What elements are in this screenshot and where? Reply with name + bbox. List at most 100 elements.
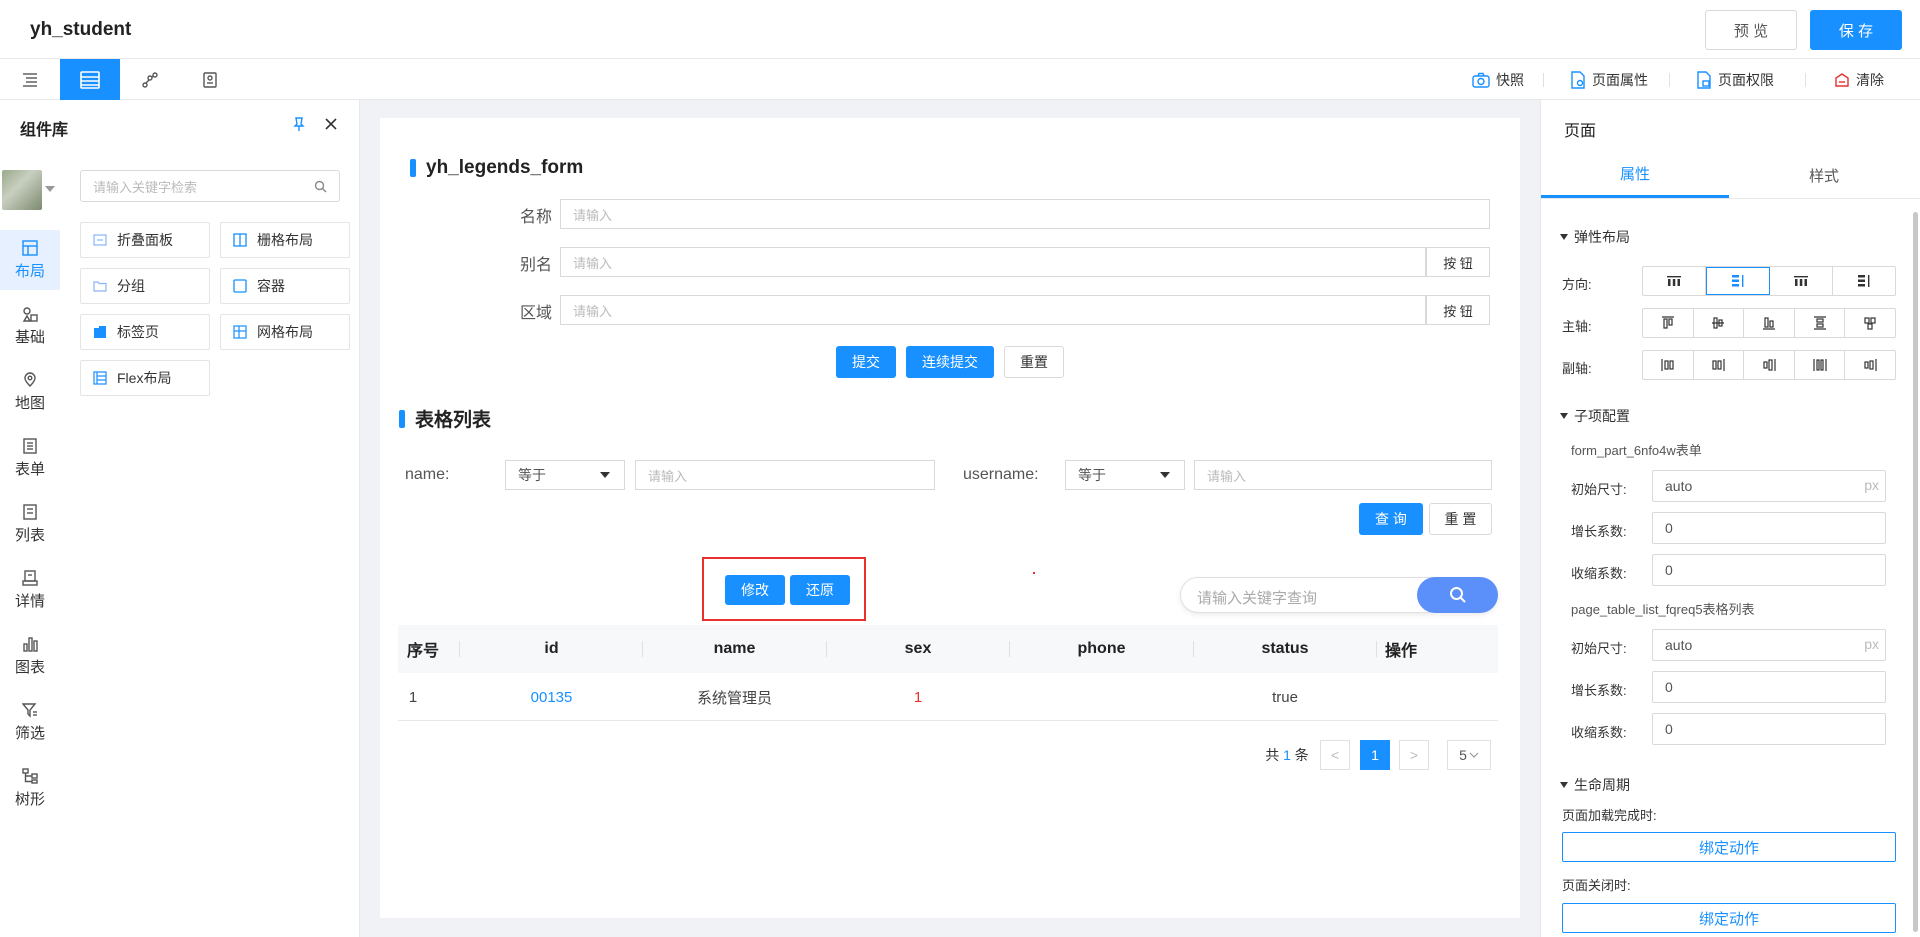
save-button[interactable]: 保 存 [1810, 10, 1902, 50]
direction-column-reverse-icon[interactable] [1833, 267, 1895, 295]
lifecycle-section-header[interactable]: 生命周期 [1560, 775, 1630, 795]
shrink-label: 收缩系数: [1571, 566, 1627, 581]
document-icon[interactable] [180, 59, 240, 100]
justify-center-icon[interactable] [1694, 309, 1745, 337]
component-flex-layout[interactable]: Flex布局 [80, 360, 210, 396]
filter-op-select-username[interactable]: 等于 [1065, 460, 1185, 490]
filter-op-select-name[interactable]: 等于 [505, 460, 625, 490]
pin-icon[interactable] [292, 116, 306, 132]
direction-column-icon[interactable] [1706, 267, 1770, 295]
shrink-input[interactable]: 0 [1652, 713, 1886, 745]
justify-around-icon[interactable] [1845, 309, 1895, 337]
align-end-icon[interactable] [1744, 351, 1795, 379]
submit-button[interactable]: 提交 [836, 346, 896, 378]
direction-row-icon[interactable] [1643, 267, 1706, 295]
cell-id-link[interactable]: 00135 [460, 673, 643, 721]
direction-segmented[interactable] [1642, 266, 1896, 296]
caret-down-icon [1560, 413, 1568, 419]
filter-input-name[interactable]: 请输入 [635, 460, 935, 490]
component-tabs[interactable]: 标签页 [80, 314, 210, 350]
grow-input[interactable]: 0 [1652, 512, 1886, 544]
flow-icon[interactable] [120, 59, 180, 100]
page-props-button[interactable]: 页面属性 [1570, 70, 1648, 90]
panel-scrollbar[interactable] [1913, 212, 1918, 932]
pagination-next[interactable]: > [1399, 740, 1429, 770]
snapshot-button[interactable]: 快照 [1472, 70, 1524, 90]
nav-tree[interactable]: 树形 [0, 758, 60, 818]
nav-map[interactable]: 地图 [0, 362, 60, 422]
page-perms-button[interactable]: 页面权限 [1696, 70, 1774, 90]
shapes-icon [22, 306, 38, 322]
filter-icon [22, 702, 37, 718]
submit-continue-button[interactable]: 连续提交 [906, 346, 994, 378]
component-group[interactable]: 分组 [80, 268, 210, 304]
keyword-search-button[interactable] [1417, 577, 1498, 613]
avatar[interactable] [2, 170, 42, 210]
shrink-input[interactable]: 0 [1652, 554, 1886, 586]
pagination-page[interactable]: 1 [1360, 740, 1390, 770]
container-icon [233, 279, 247, 293]
nav-detail[interactable]: 详情 [0, 560, 60, 620]
main-axis-segmented[interactable] [1642, 308, 1896, 338]
child-section-header[interactable]: 子项配置 [1560, 406, 1630, 426]
column-header-index: 序号 [406, 643, 439, 660]
alias-button[interactable]: 按 钮 [1426, 247, 1490, 277]
child-item-name: page_table_list_fqreq5表格列表 [1571, 602, 1755, 617]
component-grid[interactable]: 网格布局 [220, 314, 350, 350]
cell-name: 系统管理员 [696, 689, 772, 707]
preview-button[interactable]: 预 览 [1705, 10, 1797, 50]
nav-layout[interactable]: 布局 [0, 230, 60, 290]
form-reset-button[interactable]: 重置 [1004, 346, 1064, 378]
form-section-title: yh_legends_form [410, 157, 583, 179]
close-icon[interactable] [325, 118, 337, 130]
chevron-down-icon [1469, 752, 1479, 758]
chevron-down-icon[interactable] [45, 186, 55, 192]
align-start-icon[interactable] [1643, 351, 1694, 379]
restore-button[interactable]: 还原 [790, 575, 850, 605]
align-stretch-icon[interactable] [1795, 351, 1846, 379]
grow-input[interactable]: 0 [1652, 671, 1886, 703]
justify-start-icon[interactable] [1643, 309, 1694, 337]
nav-chart[interactable]: 图表 [0, 626, 60, 686]
design-canvas [380, 118, 1520, 918]
column-header-status: status [1261, 640, 1309, 657]
basis-input[interactable]: auto px [1652, 470, 1886, 502]
page-size-select[interactable]: 5 [1447, 740, 1491, 770]
clear-button[interactable]: 清除 [1834, 70, 1884, 90]
alias-input[interactable]: 请输入 [560, 247, 1426, 277]
dot-marker [1033, 572, 1035, 574]
justify-between-icon[interactable] [1795, 309, 1846, 337]
bind-action-load-button[interactable]: 绑定动作 [1562, 832, 1896, 862]
flex-section-header[interactable]: 弹性布局 [1560, 227, 1630, 247]
justify-end-icon[interactable] [1744, 309, 1795, 337]
align-center-icon[interactable] [1694, 351, 1745, 379]
region-input[interactable]: 请输入 [560, 295, 1426, 325]
pagination-prev[interactable]: < [1320, 740, 1350, 770]
nav-form[interactable]: 表单 [0, 428, 60, 488]
query-reset-button[interactable]: 重 置 [1429, 503, 1492, 535]
basis-input[interactable]: auto px [1652, 629, 1886, 661]
component-container[interactable]: 容器 [220, 268, 350, 304]
cross-axis-segmented[interactable] [1642, 350, 1896, 380]
direction-row-reverse-icon[interactable] [1770, 267, 1833, 295]
filter-input-username[interactable]: 请输入 [1194, 460, 1492, 490]
page-settings-icon [1571, 71, 1585, 89]
component-grid-layout[interactable]: 栅格布局 [220, 222, 350, 258]
align-baseline-icon[interactable] [1845, 351, 1895, 379]
form-layout-icon[interactable] [60, 59, 120, 100]
nav-list[interactable]: 列表 [0, 494, 60, 554]
folder-icon [93, 281, 107, 292]
edit-button[interactable]: 修改 [725, 575, 785, 605]
query-button[interactable]: 查 询 [1359, 503, 1423, 535]
tab-properties[interactable]: 属性 [1541, 152, 1729, 198]
library-search-input[interactable]: 请输入关键字检索 [80, 170, 340, 202]
bind-action-close-button[interactable]: 绑定动作 [1562, 903, 1896, 933]
nav-basic[interactable]: 基础 [0, 296, 60, 356]
region-button[interactable]: 按 钮 [1426, 295, 1490, 325]
outline-icon[interactable] [0, 59, 60, 100]
tab-styles[interactable]: 样式 [1730, 152, 1918, 198]
name-input[interactable]: 请输入 [560, 199, 1490, 229]
nav-filter[interactable]: 筛选 [0, 692, 60, 752]
column-header-name: name [713, 640, 756, 657]
component-collapse-panel[interactable]: 折叠面板 [80, 222, 210, 258]
